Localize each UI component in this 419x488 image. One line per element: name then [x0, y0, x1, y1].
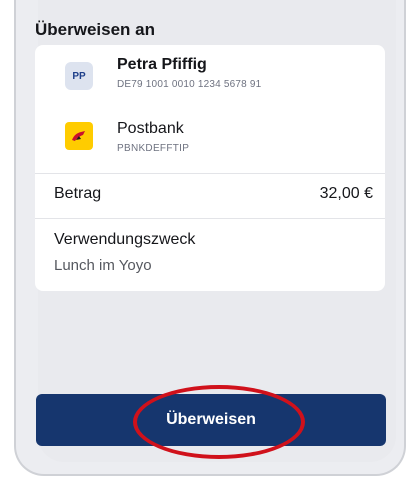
section-title: Überweisen an: [35, 20, 155, 39]
divider: [35, 218, 385, 219]
postbank-horn-icon: [72, 131, 85, 141]
purpose-label: Verwendungszweck: [54, 231, 196, 248]
bank-name: Postbank: [117, 120, 184, 137]
amount-label: Betrag: [54, 185, 102, 202]
bank-bic: PBNKDEFFTIP: [117, 143, 190, 154]
postbank-logo-icon: [65, 122, 93, 150]
divider: [35, 173, 385, 174]
amount-value[interactable]: 32,00 €: [320, 185, 373, 203]
recipient-name: Petra Pfiffig: [117, 56, 207, 73]
recipient-avatar: PP: [65, 62, 93, 90]
purpose-field[interactable]: Lunch im Yoyo: [54, 257, 152, 274]
recipient-iban: DE79 1001 0010 1234 5678 91: [117, 79, 262, 90]
transfer-submit-button[interactable]: Überweisen: [36, 394, 386, 446]
transfer-details-card: PP Petra Pfiffig DE79 1001 0010 1234 567…: [35, 45, 385, 291]
